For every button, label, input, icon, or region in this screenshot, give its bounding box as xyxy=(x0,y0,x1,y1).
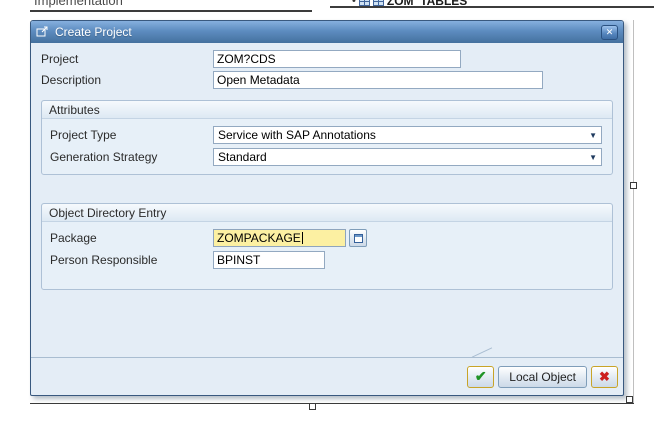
screen: Implementation • ZOM_TABLES Create Proje… xyxy=(0,0,654,426)
person-responsible-label: Person Responsible xyxy=(50,253,213,267)
text-cursor xyxy=(302,232,303,244)
object-directory-group: Object Directory Entry Package ZOMPACKAG… xyxy=(41,203,613,290)
focus-mark-right xyxy=(342,229,346,235)
project-row: Project ZOM?CDS xyxy=(41,49,613,69)
project-input[interactable]: ZOM?CDS xyxy=(213,50,461,68)
generation-strategy-value: Standard xyxy=(218,150,267,164)
generation-strategy-label: Generation Strategy xyxy=(50,150,213,164)
selection-handle-bottom[interactable] xyxy=(309,403,316,410)
selection-handle-right[interactable] xyxy=(630,182,637,189)
selection-edge-right xyxy=(633,20,634,404)
project-value: ZOM?CDS xyxy=(217,52,276,66)
project-type-row: Project Type Service with SAP Annotation… xyxy=(50,124,604,146)
dialog-titlebar[interactable]: Create Project ✕ xyxy=(31,21,623,43)
background-tree-label: Implementation xyxy=(34,0,123,8)
description-label: Description xyxy=(41,73,213,87)
project-type-value: Service with SAP Annotations xyxy=(218,128,376,142)
person-responsible-value: BPINST xyxy=(217,253,260,267)
dialog-footer: ✔ Local Object ✖ xyxy=(31,357,623,395)
chevron-down-icon: ▼ xyxy=(589,153,597,162)
package-row: Package ZOMPACKAGE xyxy=(50,227,604,249)
background-divider-right xyxy=(330,6,654,8)
value-help-button[interactable] xyxy=(349,229,367,247)
cancel-button[interactable]: ✖ xyxy=(591,366,618,388)
table-icon xyxy=(359,0,370,6)
dialog-title: Create Project xyxy=(55,25,132,39)
value-help-icon xyxy=(354,234,363,243)
selection-handle-corner[interactable] xyxy=(626,396,633,403)
attributes-group-title: Attributes xyxy=(42,101,612,119)
focus-mark-left xyxy=(213,229,217,235)
dialog-window-icon xyxy=(36,26,49,38)
description-value: Open Metadata xyxy=(217,73,300,87)
project-type-dropdown[interactable]: Service with SAP Annotations ▼ xyxy=(213,126,602,144)
generation-strategy-dropdown[interactable]: Standard ▼ xyxy=(213,148,602,166)
project-label: Project xyxy=(41,52,213,66)
check-icon: ✔ xyxy=(475,368,487,385)
dialog-body: Project ZOM?CDS Description Open Metadat… xyxy=(31,43,623,357)
background-divider-left xyxy=(30,10,312,12)
selection-edge-bottom xyxy=(30,403,634,404)
chevron-down-icon: ▼ xyxy=(589,131,597,140)
object-directory-group-title: Object Directory Entry xyxy=(42,204,612,222)
create-project-dialog: Create Project ✕ Project ZOM?CDS Descrip… xyxy=(30,20,624,396)
confirm-button[interactable]: ✔ xyxy=(467,366,494,388)
person-responsible-row: Person Responsible BPINST xyxy=(50,249,604,271)
table-icon xyxy=(373,0,384,6)
person-responsible-input[interactable]: BPINST xyxy=(213,251,325,269)
local-object-button[interactable]: Local Object xyxy=(498,366,587,388)
description-row: Description Open Metadata xyxy=(41,70,613,90)
x-icon: ✖ xyxy=(599,369,610,385)
attributes-group: Attributes Project Type Service with SAP… xyxy=(41,100,613,175)
package-label: Package xyxy=(50,231,213,245)
project-type-label: Project Type xyxy=(50,128,213,142)
package-value: ZOMPACKAGE xyxy=(217,231,301,245)
close-button[interactable]: ✕ xyxy=(601,25,618,40)
description-input[interactable]: Open Metadata xyxy=(213,71,543,89)
generation-strategy-row: Generation Strategy Standard ▼ xyxy=(50,146,604,168)
package-input[interactable]: ZOMPACKAGE xyxy=(213,229,346,247)
